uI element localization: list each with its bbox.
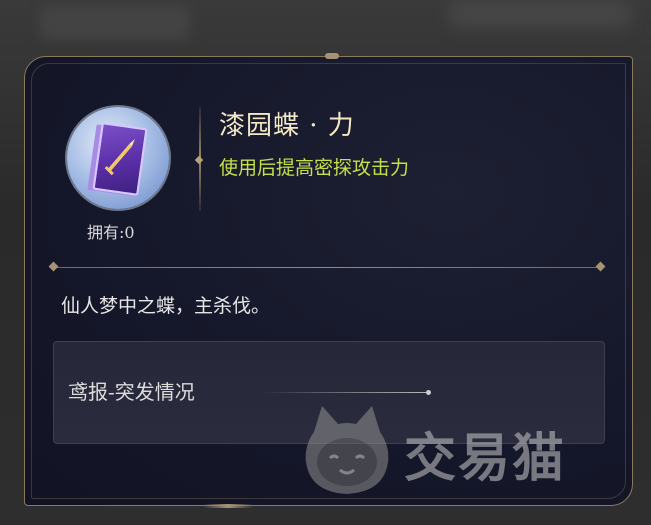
watermark: 交易猫: [296, 400, 636, 504]
item-flavor-text: 仙人梦中之蝶，主杀伐。: [61, 295, 271, 317]
cat-logo-icon: [305, 406, 389, 494]
background-blur-element: [40, 6, 190, 40]
divider-ornament-right: [595, 261, 606, 272]
owned-count: 拥有:0: [87, 223, 135, 242]
source-decor-dot: [426, 390, 431, 395]
butterfly-card-icon: [67, 107, 169, 209]
horizontal-divider: [53, 267, 603, 268]
source-label: 鸢报-突发情况: [68, 380, 195, 404]
card-artwork: [92, 122, 148, 196]
panel-ornament-top: [325, 53, 339, 59]
divider-ornament: [194, 155, 204, 165]
watermark-text: 交易猫: [404, 429, 567, 489]
item-effect: 使用后提高密探攻击力: [219, 157, 410, 179]
item-name: 漆园蝶 · 力: [219, 111, 355, 141]
source-decor-line: [262, 392, 428, 393]
background-blur-element: [450, 0, 630, 28]
sword-icon: [104, 138, 135, 176]
divider-ornament-left: [48, 261, 59, 272]
panel-ornament-bottom: [203, 504, 253, 508]
